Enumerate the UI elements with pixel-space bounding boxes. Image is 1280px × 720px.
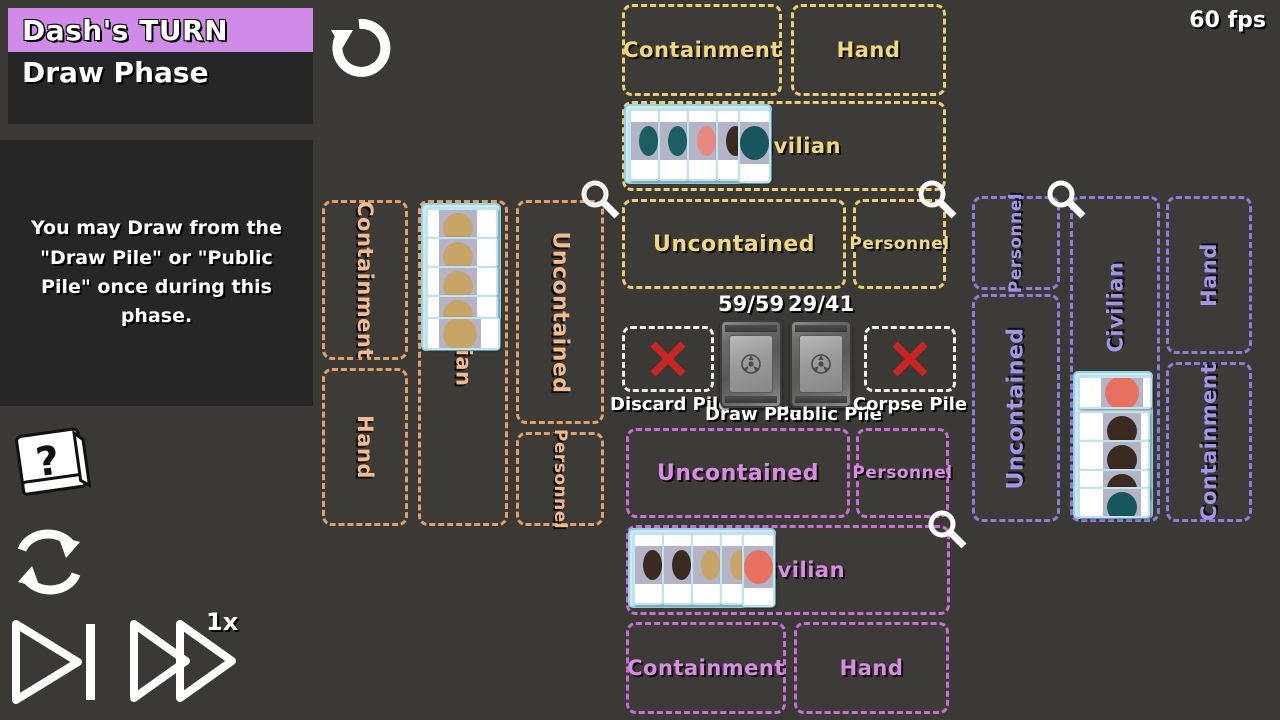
fps-counter: 60 fps: [1189, 8, 1266, 33]
card-stack-right-civilian[interactable]: [1073, 371, 1153, 519]
public-pile[interactable]: [790, 320, 852, 408]
zone-label: Uncontained: [656, 460, 820, 486]
corpse-pile-slot[interactable]: [864, 326, 956, 392]
zone-bottom-uncontained[interactable]: Uncontained: [626, 428, 850, 518]
draw-pile-count: 59/59: [718, 292, 785, 316]
zone-label: Containment: [1197, 363, 1222, 521]
zone-right-hand[interactable]: Hand: [1166, 196, 1252, 354]
magnifier-icon-left-civilian[interactable]: [578, 178, 622, 222]
play-to-next-icon[interactable]: [8, 618, 108, 706]
instruction-text: You may Draw from the "Draw Pile" or "Pu…: [31, 217, 282, 328]
zone-label: Hand: [839, 656, 904, 680]
refresh-loop-icon[interactable]: [10, 524, 88, 600]
rotate-ccw-icon[interactable]: [322, 12, 400, 84]
zone-label: Personnel: [1006, 192, 1027, 294]
red-x-icon: [892, 341, 928, 377]
turn-label: Dash's TURN: [22, 13, 229, 47]
zone-left-containment[interactable]: Containment: [322, 200, 408, 360]
zone-label: Uncontained: [547, 230, 573, 394]
instruction-panel: You may Draw from the "Draw Pile" or "Pu…: [0, 140, 313, 406]
zone-bottom-hand[interactable]: Hand: [794, 622, 949, 714]
zone-bottom-personnel[interactable]: Personnel: [852, 428, 952, 518]
zone-label: Containment: [627, 656, 785, 680]
zone-left-hand[interactable]: Hand: [322, 368, 408, 526]
zone-top-uncontained[interactable]: Uncontained: [622, 199, 846, 289]
magnifier-icon-top-personnel[interactable]: [915, 178, 959, 222]
red-x-icon: [650, 341, 686, 377]
zone-bottom-containment[interactable]: Containment: [626, 622, 786, 714]
zone-label: Personnel: [852, 463, 953, 483]
speed-multiplier-label[interactable]: 1x: [206, 608, 238, 636]
zone-right-uncontained[interactable]: Uncontained: [972, 294, 1060, 522]
zone-top-containment[interactable]: Containment: [622, 4, 782, 96]
zone-label: Containment: [353, 201, 378, 359]
corpse-pile-label: Corpse Pile: [852, 394, 968, 415]
zone-label: Personnel: [550, 428, 571, 530]
zone-left-personnel[interactable]: Personnel: [516, 428, 604, 530]
zone-right-containment[interactable]: Containment: [1166, 362, 1252, 522]
draw-pile[interactable]: [720, 320, 782, 408]
scp-logo-icon: [811, 354, 831, 374]
zone-label: Hand: [836, 38, 901, 62]
public-pile-count: 29/41: [788, 292, 855, 316]
magnifier-icon-bottom-personnel[interactable]: [925, 508, 969, 552]
zone-top-hand[interactable]: Hand: [791, 4, 946, 96]
card-stack-left-civilian[interactable]: [421, 203, 501, 351]
turn-banner: Dash's TURN: [8, 8, 313, 52]
phase-label: Draw Phase: [22, 56, 209, 89]
card-stack-bottom-civilian[interactable]: [628, 528, 776, 608]
discard-pile-slot[interactable]: [622, 326, 714, 392]
phase-banner: Draw Phase: [8, 52, 313, 124]
zone-label: Containment: [623, 38, 781, 62]
scp-logo-icon: [741, 354, 761, 374]
zone-label: Uncontained: [652, 231, 816, 257]
zone-label: Hand: [1196, 243, 1221, 307]
zone-label: Civilian: [1103, 261, 1128, 353]
zone-left-uncontained[interactable]: Uncontained: [516, 200, 604, 424]
zone-label: Personnel: [849, 234, 950, 254]
card-stack-top-civilian[interactable]: [624, 104, 772, 184]
magnifier-icon-right-civilian[interactable]: [1044, 178, 1088, 222]
zone-label: Uncontained: [1003, 326, 1029, 490]
game-board: Dash's TURN Draw Phase You may Draw from…: [0, 0, 1280, 720]
zone-label: Hand: [352, 415, 377, 479]
help-book-icon[interactable]: ?: [8, 424, 100, 502]
